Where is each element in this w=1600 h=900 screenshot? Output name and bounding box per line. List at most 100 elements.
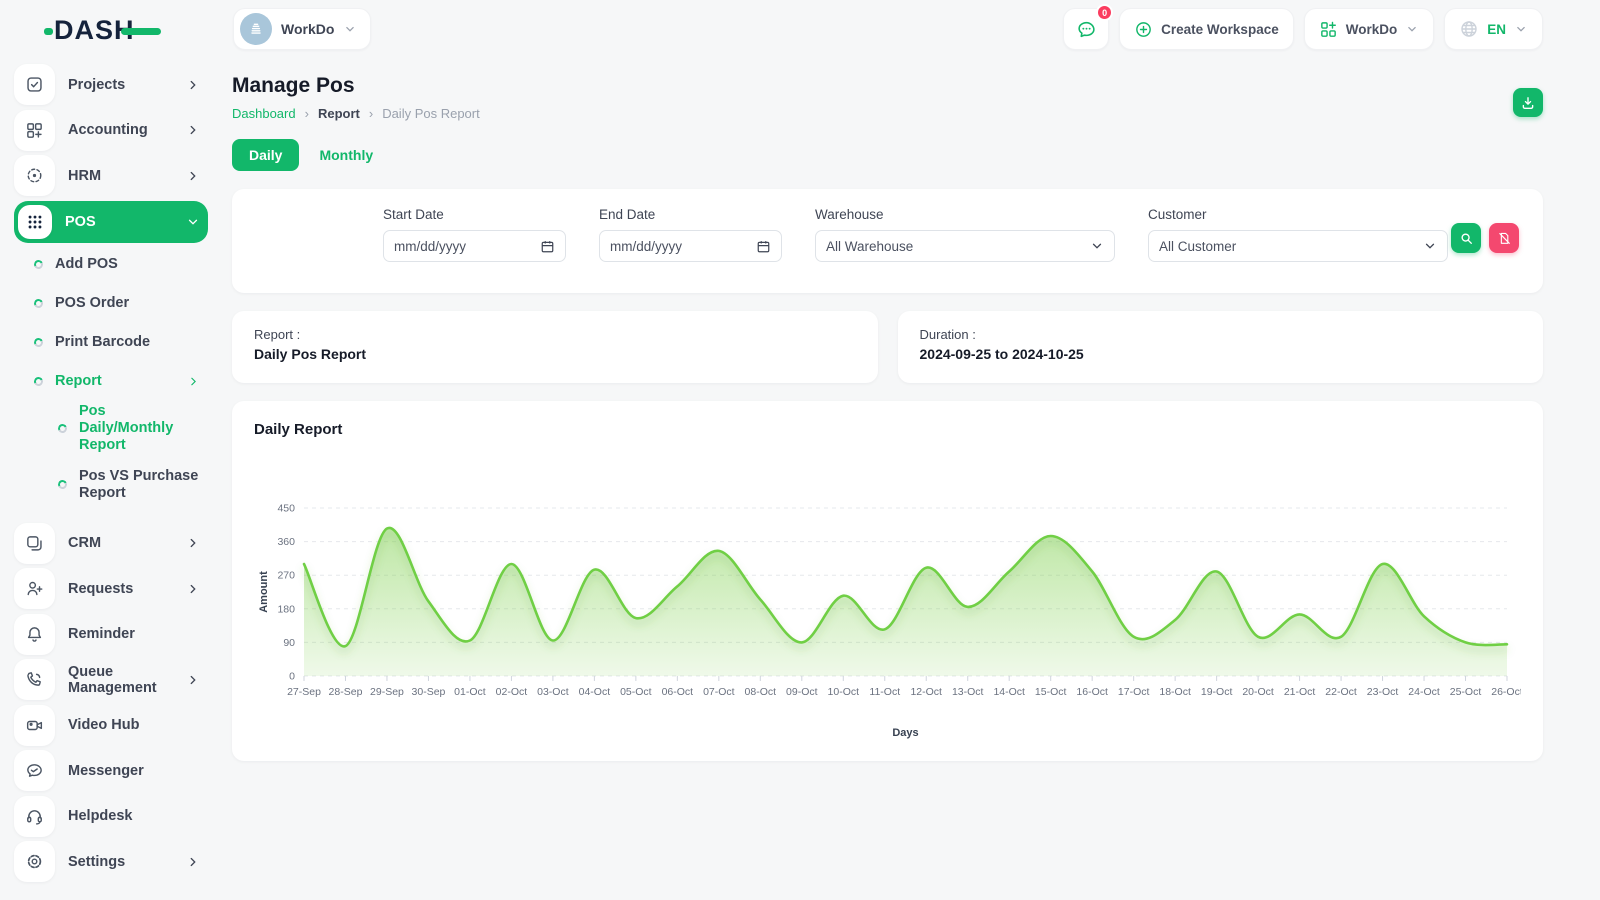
sidebar-item-accounting[interactable]: Accounting [14,108,208,154]
sidebar-item-pos-vs-purchase-report[interactable]: Pos VS Purchase Report [58,457,208,513]
sidebar-item-projects[interactable]: Projects [14,62,208,108]
x-tick-label: 25-Oct [1450,686,1482,698]
x-tick-label: 02-Oct [496,686,528,698]
sidebar-item-requests[interactable]: Requests [14,566,208,612]
sidebar-item-pos-daily-monthly-report[interactable]: Pos Daily/Monthly Report [58,401,208,457]
user-plus-icon [14,568,55,609]
topbar-actions: 0 Create Workspace WorkDo [1063,8,1543,50]
x-tick-label: 20-Oct [1242,686,1274,698]
sidebar-item-crm[interactable]: CRM [14,521,208,567]
x-tick-label: 10-Oct [828,686,860,698]
workspace-switcher[interactable]: WorkDo [233,8,371,50]
messages-button[interactable]: 0 [1063,8,1109,50]
app-logo[interactable]: DASH [54,16,135,44]
plus-circle-icon [1134,20,1153,39]
warehouse-field: Warehouse All Warehouse [815,207,1115,293]
report-value: Daily Pos Report [254,346,856,362]
chevron-down-icon [1423,239,1437,253]
sidebar-item-pos-order[interactable]: POS Order [34,284,208,323]
sidebar-item-helpdesk[interactable]: Helpdesk [14,794,208,840]
customer-select[interactable]: All Customer [1148,230,1448,262]
pos-report-page: { "brand": { "logo_text": "DASH" }, "top… [0,0,1600,900]
bullet-icon [33,375,45,387]
breadcrumb-dashboard[interactable]: Dashboard [232,106,296,121]
sidebar-item-video-hub[interactable]: Video Hub [14,703,208,749]
globe-icon [1459,19,1479,39]
language-code: EN [1487,22,1506,37]
calendar-icon [756,239,771,254]
x-tick-label: 28-Sep [329,686,363,698]
overlapping-squares-icon [14,523,55,564]
y-tick-label: 360 [277,536,295,548]
start-date-input[interactable]: mm/dd/yyyy [383,230,566,262]
chevron-down-icon [1405,22,1419,36]
bullet-icon [57,479,69,491]
dots-grid-icon [18,205,52,239]
sidebar-item-print-barcode[interactable]: Print Barcode [34,323,208,362]
video-camera-icon [14,705,55,746]
download-button[interactable] [1513,88,1543,117]
x-tick-label: 13-Oct [952,686,984,698]
duration-label: Duration : [920,327,1522,342]
bullet-icon [33,297,45,309]
sidebar-item-reminder[interactable]: Reminder [14,612,208,658]
bullet-icon [33,336,45,348]
end-date-input[interactable]: mm/dd/yyyy [599,230,782,262]
sidebar-item-report[interactable]: Report [34,362,208,401]
x-tick-label: 27-Sep [287,686,321,698]
chevron-right-icon [186,673,200,687]
x-tick-label: 04-Oct [579,686,611,698]
tab-daily[interactable]: Daily [232,139,299,171]
chevron-right-icon [186,536,200,550]
checkbox-icon [14,64,55,105]
file-slash-icon [1497,231,1512,246]
chat-icon [1076,19,1097,40]
sidebar-item-messenger[interactable]: Messenger [14,748,208,794]
download-icon [1520,95,1536,111]
sidebar-item-pos[interactable]: POS [14,201,208,243]
start-date-field: Start Date mm/dd/yyyy [383,207,566,293]
warehouse-label: Warehouse [815,207,1115,222]
workdo-menu[interactable]: WorkDo [1304,8,1435,50]
reset-filter-button[interactable] [1489,223,1519,253]
headset-icon [14,796,55,837]
sidebar-item-add-pos[interactable]: Add POS [34,245,208,284]
sidebar-item-hrm[interactable]: HRM [14,153,208,199]
bell-icon [14,614,55,655]
chevron-right-icon [186,582,200,596]
search-button[interactable] [1451,223,1481,253]
topbar: DASH WorkDo 0 Create Worksp [0,0,1600,58]
summary-row: Report : Daily Pos Report Duration : 202… [232,311,1543,383]
logo-accent-dash [121,28,161,35]
language-selector[interactable]: EN [1444,8,1543,50]
x-tick-label: 05-Oct [620,686,652,698]
sidebar-item-settings[interactable]: Settings [14,839,208,885]
chevron-down-icon [1514,22,1528,36]
x-tick-label: 03-Oct [537,686,569,698]
x-tick-label: 29-Sep [370,686,404,698]
duration-value: 2024-09-25 to 2024-10-25 [920,346,1522,362]
warehouse-select[interactable]: All Warehouse [815,230,1115,262]
y-tick-label: 0 [289,671,295,683]
start-date-label: Start Date [383,207,566,222]
sidebar: Projects Accounting HRM POS Add POS POS … [0,58,218,885]
y-tick-label: 180 [277,603,295,615]
create-workspace-button[interactable]: Create Workspace [1119,8,1294,50]
y-tick-label: 90 [283,637,295,649]
y-axis-title: Amount [258,571,270,613]
breadcrumb-report[interactable]: Report [318,106,360,121]
daily-report-area-chart: 09018027036045027-Sep28-Sep29-Sep30-Sep0… [254,460,1521,740]
workdo-menu-label: WorkDo [1346,22,1398,37]
x-tick-label: 11-Oct [869,686,900,698]
breadcrumb: Dashboard Report Daily Pos Report [232,106,1543,121]
x-tick-label: 14-Oct [993,686,1025,698]
bullet-icon [57,423,69,435]
grid-plus-icon [1319,20,1338,39]
sidebar-item-queue-management[interactable]: Queue Management [14,657,208,703]
x-tick-label: 21-Oct [1284,686,1316,698]
x-tick-label: 22-Oct [1325,686,1357,698]
area-fill [304,528,1507,676]
tab-monthly[interactable]: Monthly [319,147,373,163]
x-tick-label: 01-Oct [454,686,486,698]
create-workspace-label: Create Workspace [1161,22,1279,37]
